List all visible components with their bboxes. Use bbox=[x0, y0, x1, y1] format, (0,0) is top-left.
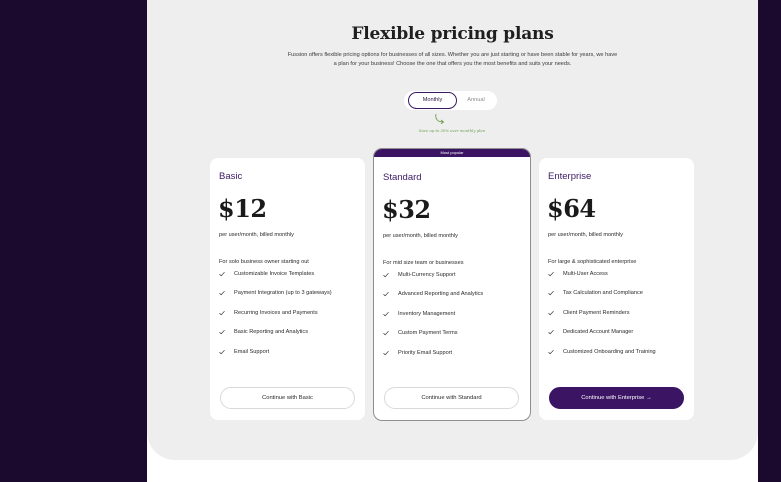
feature-label: Basic Reporting and Analytics bbox=[234, 329, 309, 336]
most-popular-badge: Most popular bbox=[374, 149, 530, 157]
page-subtitle: Fussion offers flexible pricing options … bbox=[287, 52, 618, 68]
check-icon bbox=[219, 271, 225, 277]
left-dark-margin bbox=[0, 0, 147, 482]
feature-list: Multi-Currency Support Advanced Reportin… bbox=[383, 272, 528, 369]
feature-item: Client Payment Reminders bbox=[548, 310, 693, 329]
feature-item: Email Support bbox=[219, 349, 364, 368]
feature-item: Basic Reporting and Analytics bbox=[219, 329, 364, 348]
plan-billing-period: per user/month, billed monthly bbox=[383, 233, 458, 239]
plan-name: Standard bbox=[383, 172, 422, 183]
feature-label: Recurring Invoices and Payments bbox=[234, 309, 318, 316]
feature-label: Payment Integration (up to 3 gateways) bbox=[234, 290, 332, 297]
plan-name: Basic bbox=[219, 171, 243, 182]
plan-name: Enterprise bbox=[548, 171, 592, 182]
feature-item: Multi-User Access bbox=[548, 271, 693, 290]
page-title: Flexible pricing plans bbox=[351, 24, 554, 44]
feature-item: Multi-Currency Support bbox=[383, 272, 528, 291]
check-icon bbox=[383, 350, 389, 355]
feature-label: Email Support bbox=[234, 348, 270, 355]
feature-item: Payment Integration (up to 3 gateways) bbox=[219, 290, 364, 309]
plan-price: $32 bbox=[382, 195, 431, 224]
feature-item: Tax Calculation and Compliance bbox=[548, 290, 693, 309]
check-icon bbox=[548, 271, 554, 277]
check-icon bbox=[548, 349, 554, 354]
right-dark-margin bbox=[758, 0, 781, 482]
check-icon bbox=[383, 272, 389, 278]
plan-billing-period: per user/month, billed monthly bbox=[219, 232, 294, 238]
check-icon bbox=[383, 292, 389, 297]
plan-card-standard: Most popular Standard $32 per user/month… bbox=[373, 148, 531, 421]
feature-item: Dedicated Account Manager bbox=[548, 329, 693, 348]
pricing-section: Flexible pricing plans Fussion offers fl… bbox=[147, 0, 758, 460]
check-icon bbox=[219, 291, 225, 296]
check-icon bbox=[548, 330, 554, 335]
curved-arrow-icon bbox=[435, 113, 445, 125]
check-icon bbox=[548, 291, 554, 296]
annual-savings-note: Save up to 30% over monthly plan bbox=[418, 128, 486, 133]
plan-audience: For solo business owner starting out bbox=[219, 259, 309, 265]
feature-label: Inventory Management bbox=[398, 310, 456, 317]
feature-label: Dedicated Account Manager bbox=[563, 329, 634, 336]
feature-list: Multi-User Access Tax Calculation and Co… bbox=[548, 271, 693, 368]
feature-label: Customizable Invoice Templates bbox=[234, 271, 315, 277]
feature-label: Advanced Reporting and Analytics bbox=[398, 291, 484, 298]
feature-label: Customized Onboarding and Training bbox=[563, 348, 656, 355]
feature-item: Inventory Management bbox=[383, 311, 528, 330]
feature-label: Priority Email Support bbox=[398, 349, 453, 356]
feature-label: Tax Calculation and Compliance bbox=[563, 290, 643, 297]
check-icon bbox=[219, 349, 225, 354]
continue-basic-button[interactable]: Continue with Basic bbox=[220, 387, 355, 409]
check-icon bbox=[219, 310, 225, 316]
feature-label: Custom Payment Terms bbox=[398, 330, 458, 337]
plan-price: $12 bbox=[218, 194, 267, 223]
feature-item: Priority Email Support bbox=[383, 350, 528, 369]
feature-item: Customizable Invoice Templates bbox=[219, 271, 364, 290]
annual-toggle-button[interactable]: Annual bbox=[459, 92, 493, 109]
feature-item: Recurring Invoices and Payments bbox=[219, 310, 364, 329]
feature-label: Multi-Currency Support bbox=[398, 272, 456, 278]
check-icon bbox=[219, 330, 225, 335]
check-icon bbox=[548, 310, 554, 316]
feature-label: Multi-User Access bbox=[563, 271, 608, 277]
continue-enterprise-button[interactable]: Continue with Enterprise → bbox=[549, 387, 684, 409]
feature-item: Advanced Reporting and Analytics bbox=[383, 291, 528, 310]
plan-card-enterprise: Enterprise $64 per user/month, billed mo… bbox=[539, 158, 694, 420]
plan-audience: For mid size team or businesses bbox=[383, 260, 464, 266]
feature-label: Client Payment Reminders bbox=[563, 309, 630, 316]
continue-standard-button[interactable]: Continue with Standard bbox=[384, 387, 519, 409]
check-icon bbox=[383, 311, 389, 317]
feature-item: Customized Onboarding and Training bbox=[548, 349, 693, 368]
feature-list: Customizable Invoice Templates Payment I… bbox=[219, 271, 364, 368]
plan-card-basic: Basic $12 per user/month, billed monthly… bbox=[210, 158, 365, 420]
monthly-toggle-button[interactable]: Monthly bbox=[408, 92, 457, 109]
plan-audience: For large & sophisticated enterprise bbox=[548, 259, 637, 265]
feature-item: Custom Payment Terms bbox=[383, 330, 528, 349]
plan-billing-period: per user/month, billed monthly bbox=[548, 232, 623, 238]
check-icon bbox=[383, 331, 389, 336]
page-canvas: Flexible pricing plans Fussion offers fl… bbox=[147, 0, 758, 482]
plan-price: $64 bbox=[547, 194, 596, 223]
